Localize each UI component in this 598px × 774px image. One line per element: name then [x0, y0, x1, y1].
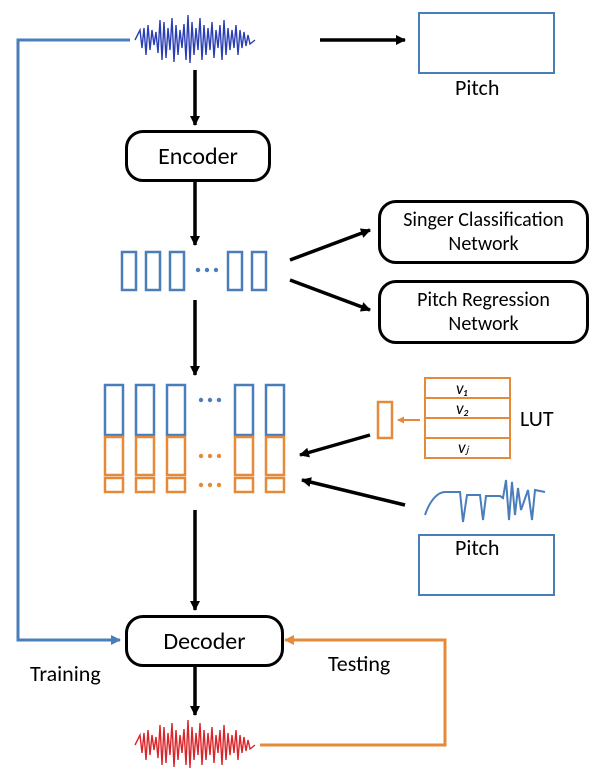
singer-cls-label: Singer Classification Network — [403, 208, 564, 256]
singer-embedding-vec — [378, 402, 392, 438]
output-waveform — [135, 720, 255, 768]
lut-v1: v₁ — [456, 378, 468, 399]
concat-tokens — [105, 385, 284, 492]
lut-vj: vⱼ — [458, 437, 469, 458]
pitch-reg-label: Pitch Regression Network — [417, 288, 550, 336]
decoder-box: Decoder — [125, 615, 284, 667]
svg-layer — [0, 0, 598, 774]
testing-label: Testing — [328, 650, 390, 677]
lut-label: LUT — [520, 405, 554, 432]
lut-v2: v₂ — [456, 398, 469, 419]
arrow-vec-to-concat — [300, 435, 370, 455]
diagram-stage: Pitch Encoder Singer Classification Netw… — [0, 0, 598, 774]
input-waveform — [135, 15, 255, 63]
arrow-tokens-to-pitchreg — [290, 280, 370, 310]
encoder-box: Encoder — [125, 130, 271, 182]
arrow-pitch-to-concat — [302, 480, 405, 505]
arrow-training — [18, 40, 130, 640]
pitch-label-bottom: Pitch — [455, 534, 499, 561]
pitch-label-top: Pitch — [455, 74, 499, 101]
pitch-curve-bottom — [425, 480, 545, 522]
decoder-label: Decoder — [163, 627, 245, 656]
arrow-tokens-to-singercls — [290, 230, 370, 260]
training-label: Training — [30, 660, 101, 687]
encoder-label: Encoder — [158, 142, 238, 171]
pitch-reg-box: Pitch Regression Network — [378, 280, 589, 344]
latent-tokens — [122, 252, 266, 290]
pitch-box-top — [418, 12, 555, 74]
singer-cls-box: Singer Classification Network — [378, 200, 589, 264]
